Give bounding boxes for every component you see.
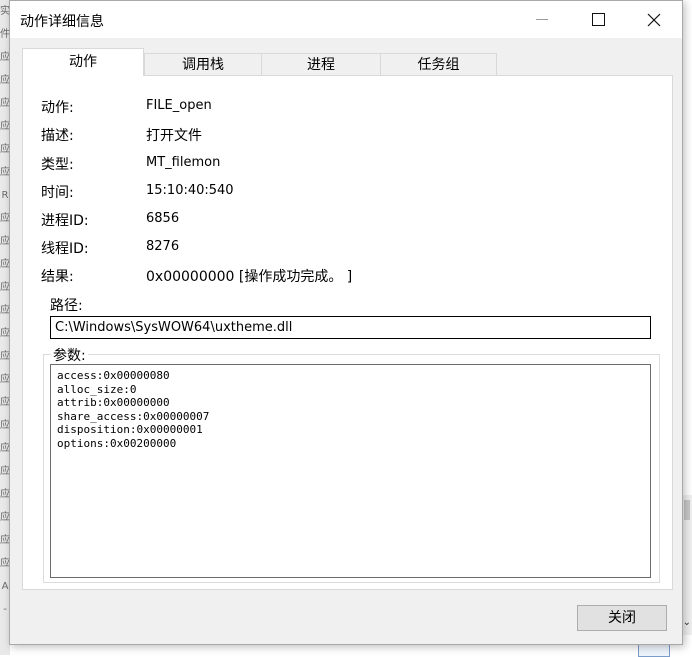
params-textarea[interactable]: access:0x00000080 alloc_size:0 attrib:0x… <box>50 364 651 578</box>
action-value: FILE_open <box>146 98 212 113</box>
title-bar: 动作详细信息 <box>10 1 682 38</box>
close-button[interactable]: 关闭 <box>577 605 667 631</box>
param-line: attrib:0x00000000 <box>57 396 170 409</box>
minimize-button[interactable] <box>514 1 570 38</box>
close-window-button[interactable] <box>626 1 682 38</box>
param-line: access:0x00000080 <box>57 369 170 382</box>
tab-process[interactable]: 进程 <box>261 53 381 75</box>
action-label: 动作: <box>41 100 74 116</box>
param-line: disposition:0x00000001 <box>57 423 203 436</box>
background-scroll-down-icon: ⌄ <box>682 617 691 628</box>
minimize-icon <box>536 19 548 20</box>
maximize-button[interactable] <box>570 1 626 38</box>
window-title: 动作详细信息 <box>20 14 104 30</box>
tab-task-group[interactable]: 任务组 <box>380 53 497 75</box>
thread-id-value: 8276 <box>146 239 180 254</box>
process-id-label: 进程ID: <box>41 213 89 229</box>
action-details-dialog: 动作详细信息 动作 调用栈 进程 任务组 动作: FILE_open 描述: 打… <box>9 0 683 645</box>
process-id-value: 6856 <box>146 211 180 226</box>
tab-panel-action: 动作: FILE_open 描述: 打开文件 类型: MT_filemon 时间… <box>22 75 673 590</box>
path-field[interactable]: C:\Windows\SysWOW64\uxtheme.dll <box>50 316 651 339</box>
background-widget <box>638 644 670 657</box>
tab-action[interactable]: 动作 <box>22 48 144 76</box>
background-scrollbar-thumb <box>684 500 690 520</box>
result-label: 结果: <box>41 269 74 285</box>
params-label: 参数: <box>51 345 88 365</box>
type-label: 类型: <box>41 157 74 173</box>
description-value: 打开文件 <box>146 128 202 144</box>
tab-call-stack[interactable]: 调用栈 <box>144 53 262 75</box>
type-value: MT_filemon <box>146 155 221 170</box>
close-icon <box>647 13 661 26</box>
param-line: share_access:0x00000007 <box>57 409 210 423</box>
time-value: 15:10:40:540 <box>146 183 234 198</box>
description-label: 描述: <box>41 128 74 144</box>
result-value: 0x00000000 [操作成功完成。 ] <box>146 269 353 285</box>
param-line: alloc_size:0 <box>57 382 137 396</box>
path-label: 路径: <box>50 298 83 314</box>
maximize-icon <box>591 13 605 26</box>
param-line: options:0x00200000 <box>57 436 177 450</box>
time-label: 时间: <box>41 185 74 201</box>
thread-id-label: 线程ID: <box>41 241 89 257</box>
